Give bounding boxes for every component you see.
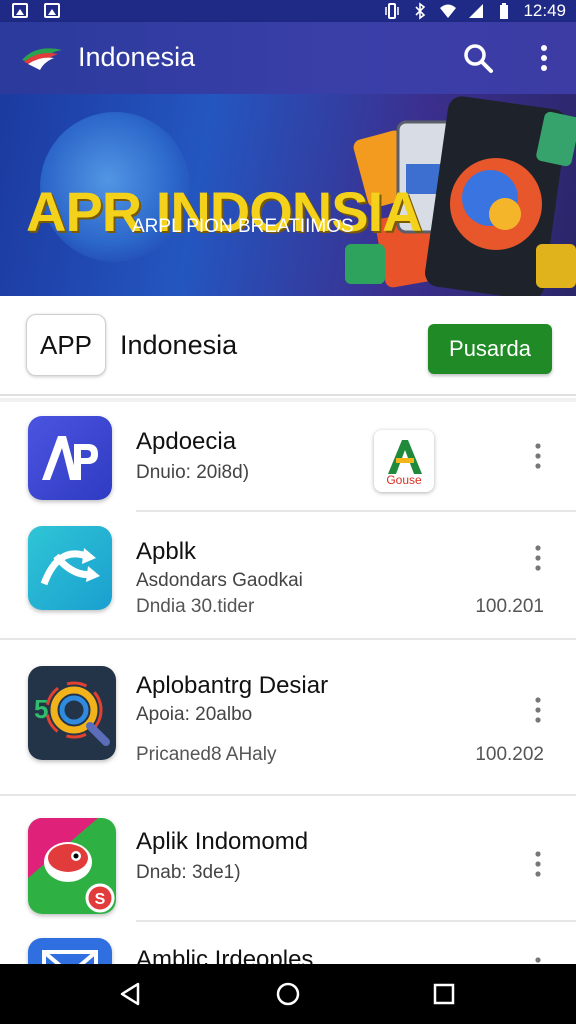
bluetooth-icon (415, 2, 426, 20)
banner-subtitle: ARPL PION BREATIIMOS (132, 216, 354, 237)
item-subtitle: Dnuio: 20i8d) (136, 462, 250, 483)
status-bar: 12:49 (0, 0, 576, 22)
item-subtitle: Apoia: 20albo (136, 704, 253, 725)
item-menu-icon[interactable] (528, 438, 548, 474)
app-bar: Indonesia (0, 22, 576, 94)
system-nav-bar (0, 964, 576, 1024)
flag-logo-icon (22, 48, 62, 70)
list-item[interactable]: Amblic Irdeoples (0, 922, 576, 964)
svg-text:5: 5 (34, 694, 48, 724)
item-menu-icon[interactable] (528, 846, 548, 882)
signal-icon (469, 4, 484, 18)
item-title: Aplobantrg Desiar (136, 672, 329, 699)
promo-banner[interactable]: APR INDONSIA ARPL PION BREATIIMOS (0, 94, 576, 296)
google-badge-icon: Gouse (374, 430, 434, 492)
item-meta: Pricaned8 AHaly (136, 744, 277, 765)
list-item[interactable]: S Aplik Indomomd Dnab: 3de1) (0, 796, 576, 920)
more-options-icon[interactable] (530, 40, 558, 76)
bird-icon: S (28, 818, 116, 914)
item-title: Aplik Indomomd (136, 828, 309, 855)
item-menu-icon[interactable] (528, 952, 548, 964)
vibrate-icon (385, 3, 400, 19)
item-title: Amblic Irdeoples (136, 946, 314, 964)
ap-logo-icon (28, 416, 112, 500)
item-menu-icon[interactable] (528, 692, 548, 728)
item-title: Apblk (136, 538, 197, 565)
battery-icon (500, 3, 509, 19)
image-notification-icon (44, 3, 60, 18)
search-icon[interactable] (460, 40, 496, 76)
home-icon[interactable] (272, 978, 304, 1010)
item-menu-icon[interactable] (528, 540, 548, 576)
app-name: Indonesia (120, 330, 238, 360)
list-item[interactable]: 5 Aplobantrg Desiar Apoia: 20albo Prican… (0, 640, 576, 794)
item-title: Apdoecia (136, 428, 237, 455)
app-title: Indonesia (78, 42, 196, 72)
gallery-notification-icon (12, 3, 28, 18)
app-header-card: APP Indonesia Pusarda (0, 296, 576, 396)
search-lens-icon: 5 (28, 666, 116, 760)
recents-icon[interactable] (428, 978, 460, 1010)
item-subtitle: Asdondars Gaodkai (136, 570, 303, 591)
list-item[interactable]: Apdoecia Dnuio: 20i8d) (0, 402, 576, 510)
app-badge: APP (26, 314, 106, 376)
list-item[interactable]: Apblk Asdondars Gaodkai Dndia 30.tider 1… (0, 512, 576, 638)
back-icon[interactable] (114, 978, 146, 1010)
item-value: 100.201 (475, 596, 544, 617)
shuffle-icon (28, 526, 112, 610)
badge-label: Gouse (386, 473, 422, 487)
primary-action-button[interactable]: Pusarda (428, 324, 552, 374)
mail-icon (28, 938, 112, 964)
item-subtitle: Dnab: 3de1) (136, 862, 241, 883)
svg-text:S: S (95, 891, 106, 908)
item-value: 100.202 (475, 744, 544, 765)
wifi-icon (440, 4, 457, 18)
status-time: 12:49 (523, 1, 566, 20)
item-meta: Dndia 30.tider (136, 596, 255, 617)
